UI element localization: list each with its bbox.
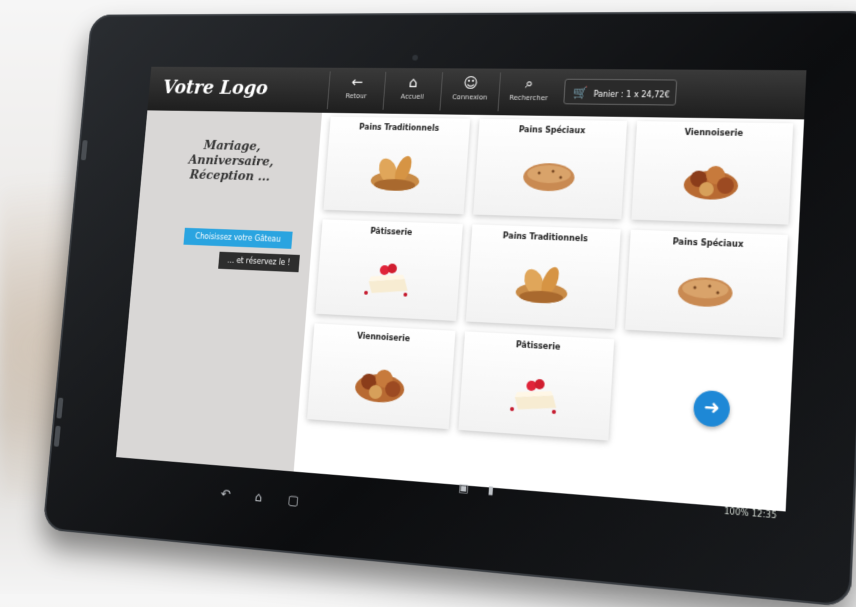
- tagline-line2: Réception ...: [189, 168, 271, 185]
- product-title: Pains Traditionnels: [502, 231, 588, 244]
- search-label: Rechercher: [508, 93, 549, 103]
- android-recents-icon[interactable]: ▢: [287, 493, 299, 509]
- viennoiserie-image: [354, 369, 406, 404]
- cart-button[interactable]: 🛒 Panier : 1 x 24,72€: [563, 78, 678, 106]
- login-label: Connexion: [451, 93, 488, 102]
- choose-cake-button[interactable]: Choisissez votre Gâteau: [183, 227, 293, 249]
- product-card[interactable]: Viennoiserie: [307, 323, 456, 430]
- pastry-cake-image: [364, 263, 409, 297]
- home-icon: ⌂: [408, 73, 419, 92]
- bread-basket-image: [370, 153, 420, 192]
- search-icon: ⌕: [524, 74, 535, 93]
- product-title: Pâtisserie: [370, 226, 413, 237]
- user-check-icon: ☺: [462, 74, 479, 92]
- product-title: Pains Spéciaux: [672, 237, 744, 250]
- promo-panel: Mariage, Anniversaire, Réception ... Cho…: [115, 110, 323, 472]
- tagline-line1: Mariage, Anniversaire,: [188, 138, 275, 170]
- overflow-menu-icon[interactable]: ▮: [487, 483, 494, 497]
- promo-tagline: Mariage, Anniversaire, Réception ...: [160, 138, 304, 186]
- special-bread-image: [677, 276, 734, 308]
- viennoiserie-image: [683, 165, 739, 201]
- product-card[interactable]: Pains Spéciaux: [473, 118, 628, 220]
- back-arrow-icon: ←: [350, 73, 364, 91]
- special-bread-image: [522, 162, 576, 192]
- cart-label: Panier : 1 x 24,72€: [593, 89, 670, 100]
- home-label: Accueil: [400, 92, 425, 101]
- product-card[interactable]: Pains Spéciaux: [625, 229, 788, 338]
- reserve-button[interactable]: ... et réservez le !: [218, 251, 300, 273]
- product-title: Pâtisserie: [515, 340, 561, 352]
- product-card[interactable]: Viennoiserie: [631, 121, 794, 225]
- product-title: Pains Spéciaux: [518, 125, 586, 136]
- back-button[interactable]: ← Retour: [326, 71, 386, 110]
- product-title: Pains Traditionnels: [358, 122, 440, 133]
- pastry-cake-image: [509, 378, 557, 415]
- next-arrow-icon: ➜: [703, 396, 721, 420]
- bread-basket-image: [515, 264, 568, 305]
- android-home-icon[interactable]: ⌂: [254, 490, 263, 505]
- logo[interactable]: Votre Logo: [162, 76, 269, 99]
- product-card[interactable]: Pâtisserie: [315, 219, 463, 321]
- tablet-device: Votre Logo ← Retour ⌂ Accueil ☺ Connexio…: [42, 10, 856, 607]
- app-screen: Votre Logo ← Retour ⌂ Accueil ☺ Connexio…: [115, 66, 807, 512]
- android-back-icon[interactable]: ↶: [220, 487, 231, 503]
- product-card[interactable]: Pains Traditionnels: [323, 116, 471, 215]
- login-button[interactable]: ☺ Connexion: [439, 72, 501, 112]
- next-page-button[interactable]: ➜: [692, 389, 731, 428]
- product-title: Viennoiserie: [684, 127, 744, 138]
- product-card[interactable]: Pains Traditionnels: [465, 224, 621, 330]
- back-label: Retour: [345, 92, 367, 101]
- home-button[interactable]: ⌂ Accueil: [382, 71, 443, 111]
- search-button[interactable]: ⌕ Rechercher: [497, 72, 560, 113]
- cart-icon: 🛒: [572, 85, 589, 100]
- screenshot-icon[interactable]: ▣: [458, 481, 469, 495]
- product-title: Viennoiserie: [356, 331, 411, 344]
- product-card[interactable]: Pâtisserie: [458, 331, 615, 441]
